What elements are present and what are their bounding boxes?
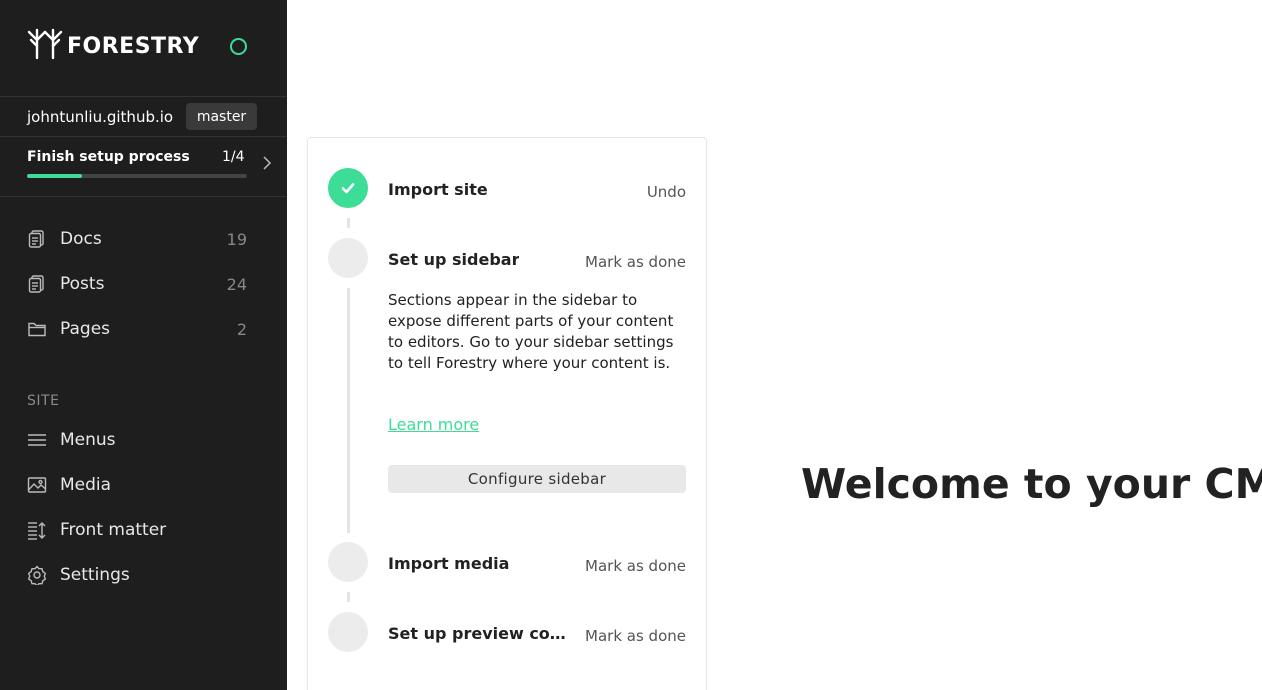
- sidebar-item-posts[interactable]: Posts 24: [0, 264, 287, 304]
- mark-as-done-button[interactable]: Mark as done: [585, 253, 686, 271]
- setup-checklist-popover: Import site Undo Set up sidebar Mark as …: [307, 137, 707, 690]
- setup-count: 1/4: [222, 149, 245, 165]
- finish-setup-button[interactable]: Finish setup process 1/4: [0, 137, 287, 196]
- step-connector: [347, 288, 350, 533]
- sidebar-item-media[interactable]: Media: [0, 465, 287, 505]
- branch-badge[interactable]: master: [186, 103, 257, 130]
- sort-list-icon: [27, 520, 47, 540]
- section-label-site: SITE: [27, 393, 60, 409]
- step-pending-circle: [328, 612, 368, 652]
- connection-status-icon: [230, 38, 247, 55]
- brand-logo[interactable]: FORESTRY: [27, 28, 199, 64]
- gear-icon: [27, 565, 47, 587]
- sidebar-item-label: Media: [60, 475, 112, 495]
- sidebar: FORESTRY johntunliu.github.io master Fin…: [0, 0, 287, 690]
- divider: [0, 96, 287, 97]
- sidebar-item-count: 2: [236, 319, 247, 339]
- repo-name[interactable]: johntunliu.github.io: [27, 108, 173, 126]
- popover-arrow: [297, 155, 307, 175]
- image-icon: [27, 475, 47, 495]
- setup-progress-bar: [27, 174, 247, 178]
- step-pending-circle: [328, 238, 368, 278]
- setup-title: Finish setup process: [27, 149, 190, 165]
- sidebar-item-settings[interactable]: Settings: [0, 555, 287, 595]
- sidebar-item-count: 24: [226, 274, 247, 294]
- document-icon: [27, 229, 47, 249]
- step-connector: [347, 592, 350, 602]
- repo-row: johntunliu.github.io master: [27, 103, 257, 130]
- chevron-right-icon: [262, 155, 272, 176]
- configure-sidebar-button[interactable]: Configure sidebar: [388, 465, 686, 493]
- sidebar-item-count: 19: [226, 229, 247, 249]
- divider: [0, 196, 287, 197]
- sidebar-item-label: Posts: [60, 274, 105, 294]
- mark-as-done-button[interactable]: Mark as done: [585, 557, 686, 575]
- sidebar-item-docs[interactable]: Docs 19: [0, 219, 287, 259]
- step-title-import-site: Import site: [388, 180, 488, 199]
- sidebar-item-menus[interactable]: Menus: [0, 420, 287, 460]
- setup-progress-fill: [27, 174, 82, 178]
- sidebar-item-label: Docs: [60, 229, 102, 249]
- undo-button[interactable]: Undo: [647, 183, 686, 201]
- sidebar-item-label: Settings: [60, 565, 130, 585]
- mark-as-done-button[interactable]: Mark as done: [585, 627, 686, 645]
- menu-icon: [27, 430, 47, 450]
- step-title-set-up-sidebar: Set up sidebar: [388, 250, 520, 269]
- step-title-set-up-preview: Set up preview com...: [388, 624, 573, 643]
- brand-name: FORESTRY: [67, 33, 200, 59]
- step-pending-circle: [328, 542, 368, 582]
- step-done-check-icon: [328, 168, 368, 208]
- learn-more-link[interactable]: Learn more: [388, 415, 479, 434]
- sidebar-item-pages[interactable]: Pages 2: [0, 309, 287, 349]
- folder-icon: [27, 319, 47, 339]
- welcome-heading: Welcome to your CMS!: [801, 460, 1262, 508]
- step-title-import-media: Import media: [388, 554, 510, 573]
- step-description: Sections appear in the sidebar to expose…: [388, 291, 674, 372]
- sidebar-item-front-matter[interactable]: Front matter: [0, 510, 287, 550]
- forestry-tree-logo-icon: [27, 26, 63, 67]
- sidebar-item-label: Front matter: [60, 520, 167, 540]
- sidebar-item-label: Menus: [60, 430, 116, 450]
- step-connector: [347, 218, 350, 228]
- sidebar-item-label: Pages: [60, 319, 111, 339]
- document-icon: [27, 274, 47, 294]
